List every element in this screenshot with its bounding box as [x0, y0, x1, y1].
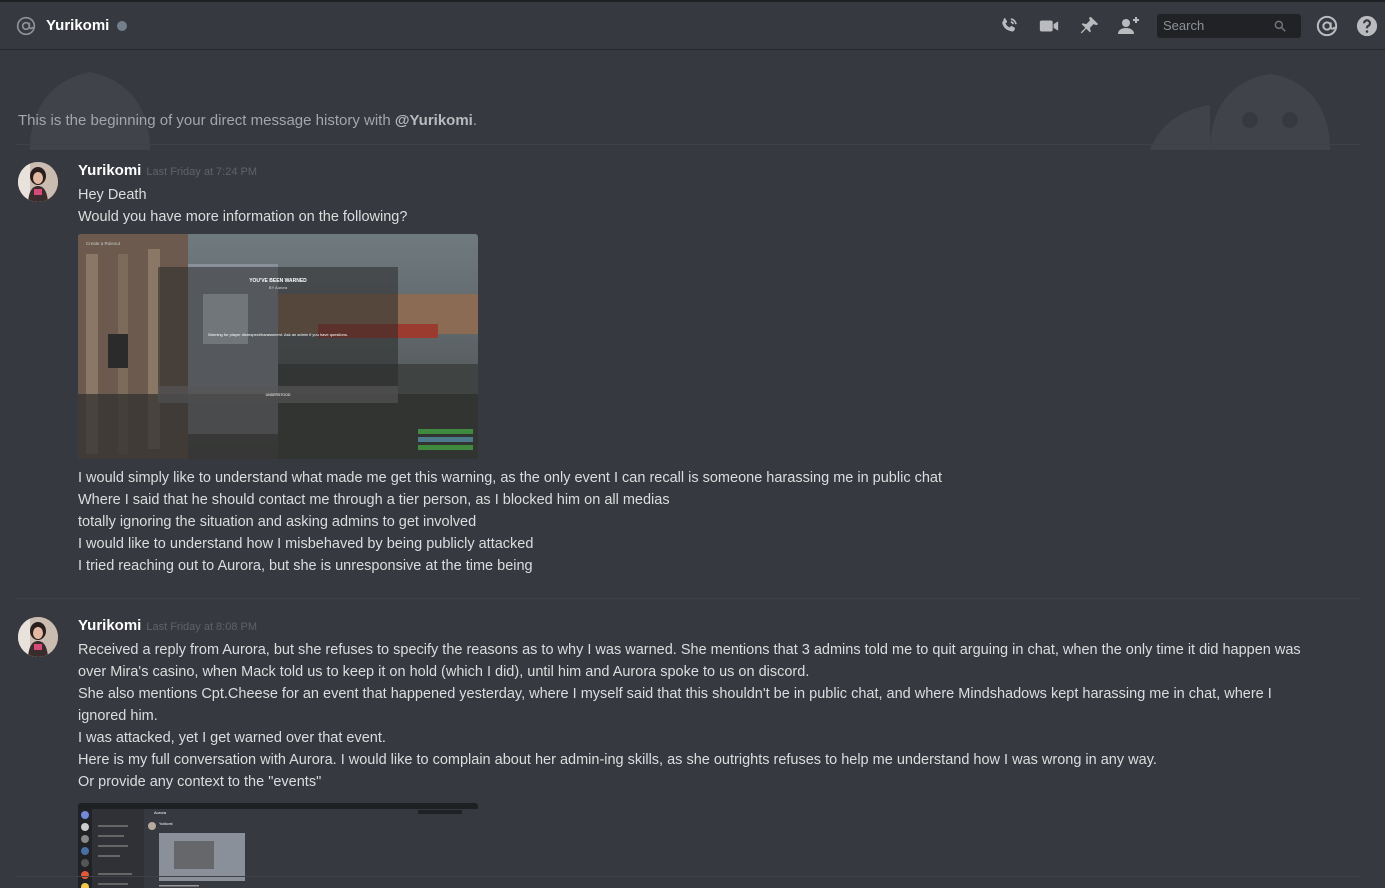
message-line: Or provide any context to the "events": [78, 774, 322, 790]
search-input[interactable]: [1163, 18, 1273, 33]
divider: [16, 144, 1361, 145]
add-friend-to-dm-button[interactable]: [1117, 14, 1141, 38]
message-line: She also mentions Cpt.Cheese for an even…: [78, 686, 1272, 724]
message-line: Here is my full conversation with Aurora…: [78, 752, 1157, 768]
search-icon: [1274, 20, 1286, 32]
mention-icon: [1316, 15, 1338, 36]
warning-button-label: UNDERSTOOD: [266, 393, 291, 397]
user-mention[interactable]: @Yurikomi: [395, 112, 473, 129]
author-name[interactable]: Yurikomi: [78, 617, 141, 634]
warning-subtitle: BY Aurora: [269, 285, 288, 290]
discord-watermark-icon: [1150, 74, 1330, 150]
message-line: Would you have more information on the f…: [78, 209, 408, 225]
user-avatar-image: [18, 162, 58, 202]
mini-author-name: Yurikomi: [159, 822, 173, 826]
image-attachment[interactable]: YOU'VE BEEN WARNED BY Aurora Warning for…: [78, 234, 478, 459]
help-icon: [1356, 15, 1378, 36]
status-indicator: [117, 20, 128, 31]
help-button[interactable]: [1355, 14, 1379, 38]
divider: [16, 598, 1361, 599]
message-line: Hey Death: [78, 187, 147, 203]
message-line: Where I said that he should contact me t…: [78, 492, 670, 508]
voice-call-button[interactable]: [997, 14, 1021, 38]
author-name[interactable]: Yurikomi: [78, 162, 141, 179]
channel-header: Yurikomi: [0, 0, 1385, 50]
warning-title: YOU'VE BEEN WARNED: [249, 278, 307, 284]
timestamp: Last Friday at 7:24 PM: [146, 166, 258, 178]
warning-body: Warning for player disrespect/harassment…: [208, 332, 348, 337]
divider: [16, 876, 1361, 877]
channel-name: Yurikomi: [46, 17, 110, 34]
message-content: Yurikomi Last Friday at 7:24 PM Hey Deat…: [78, 162, 1315, 577]
at-icon: [16, 16, 36, 35]
search-box[interactable]: [1157, 13, 1301, 38]
add-user-icon: [1118, 16, 1139, 34]
corner-label: Create a Ruleout: [86, 241, 121, 246]
message-line: Received a reply from Aurora, but she re…: [78, 642, 1301, 680]
message-line: I would like to understand how I misbeha…: [78, 536, 534, 552]
pinned-messages-button[interactable]: [1077, 14, 1101, 38]
phone-call-icon: [1002, 17, 1017, 32]
mini-channel-title: Aurora: [154, 810, 167, 815]
pin-icon: [1080, 16, 1099, 33]
mentions-button[interactable]: [1315, 14, 1339, 38]
messages-area[interactable]: This is the beginning of your direct mes…: [0, 50, 1385, 888]
video-camera-icon: [1039, 20, 1059, 31]
avatar[interactable]: [18, 162, 58, 202]
message-line: I would simply like to understand what m…: [78, 470, 943, 486]
avatar[interactable]: [18, 617, 58, 657]
message-line: I was attacked, yet I get warned over th…: [78, 730, 386, 746]
discord-watermark-icon: [30, 72, 150, 150]
message-line: I tried reaching out to Aurora, but she …: [78, 558, 533, 574]
message-line: totally ignoring the situation and askin…: [78, 514, 477, 530]
user-avatar-image: [18, 617, 58, 657]
toolbar: [997, 13, 1385, 38]
dm-history-intro: This is the beginning of your direct mes…: [18, 112, 478, 129]
game-screenshot-image: YOU'VE BEEN WARNED BY Aurora Warning for…: [78, 234, 478, 459]
video-call-button[interactable]: [1037, 14, 1061, 38]
message-content: Yurikomi Last Friday at 8:08 PM Received…: [78, 617, 1315, 888]
timestamp: Last Friday at 8:08 PM: [146, 621, 258, 633]
